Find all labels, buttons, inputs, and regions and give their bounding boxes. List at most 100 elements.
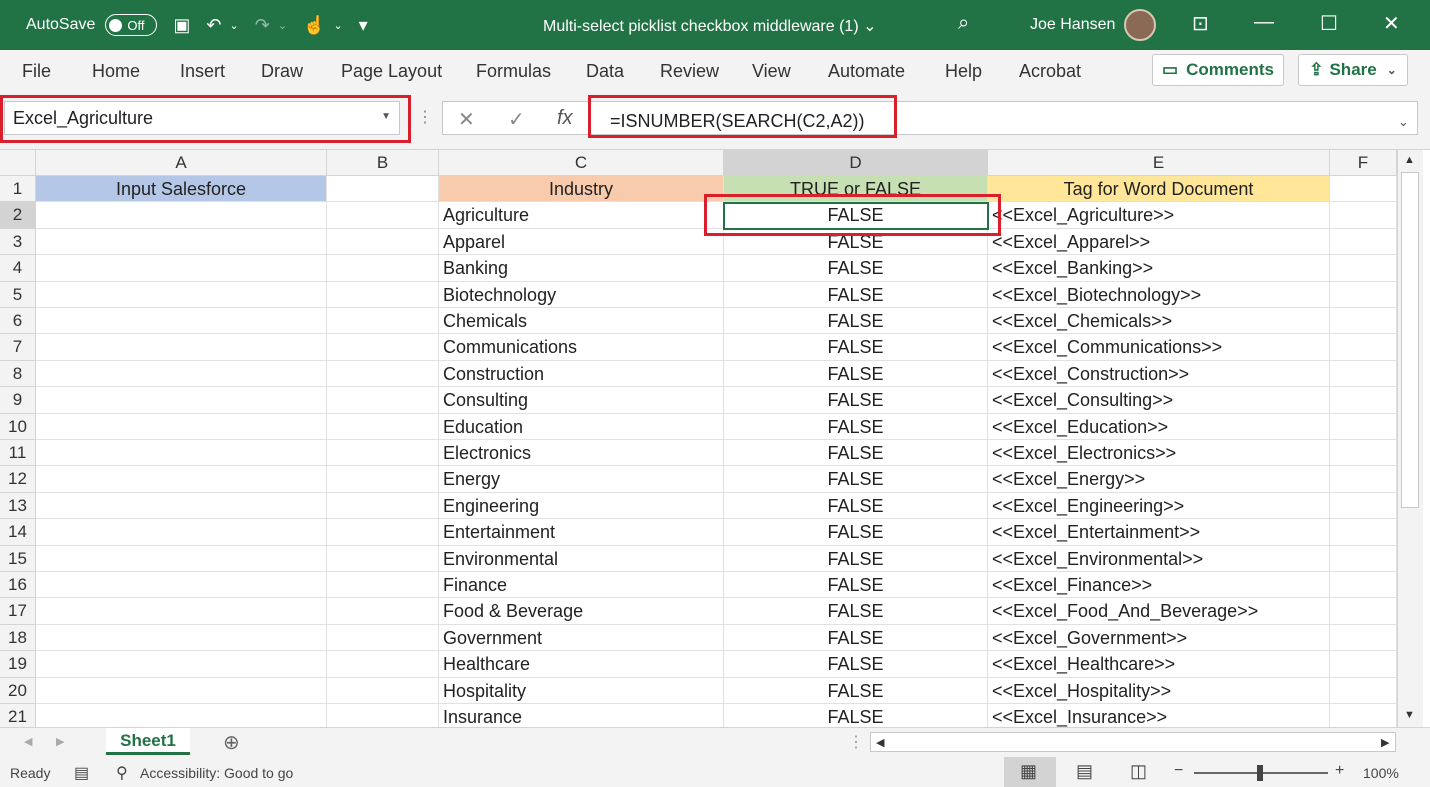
result-cell[interactable]: FALSE [724,677,988,704]
row-header[interactable]: 19 [0,651,36,678]
result-cell[interactable]: FALSE [724,466,988,493]
macro-record-icon[interactable]: ▤ [74,763,89,783]
cell-a[interactable] [36,255,327,282]
tag-cell[interactable]: <<Excel_Finance>> [988,572,1330,599]
header-cell-e[interactable]: Tag for Word Document [988,176,1330,203]
row-header[interactable]: 2 [0,202,36,229]
tab-page-layout[interactable]: Page Layout [341,61,442,82]
cell-a[interactable] [36,572,327,599]
row-header[interactable]: 13 [0,492,36,520]
cell-f[interactable] [1330,598,1397,625]
result-cell[interactable]: FALSE [724,651,988,678]
industry-cell[interactable]: Education [439,413,724,440]
zoom-in-icon[interactable]: + [1335,762,1344,780]
touch-dropdown-icon[interactable]: ⌄ [333,19,342,32]
tag-cell[interactable]: <<Excel_Environmental>> [988,545,1330,572]
row-header[interactable]: 8 [0,360,36,388]
search-icon[interactable]: ⌕ [958,12,969,35]
cell-a[interactable] [36,545,327,572]
header-cell-b[interactable] [327,176,439,203]
redo-dropdown-icon[interactable]: ⌄ [278,19,287,32]
scroll-down-icon[interactable]: ▼ [1404,709,1415,721]
result-cell[interactable]: FALSE [724,624,988,652]
select-all-corner[interactable] [0,150,36,176]
result-cell[interactable]: FALSE [724,255,988,282]
cell-a[interactable] [36,334,327,361]
row-header[interactable]: 7 [0,334,36,361]
row-header[interactable]: 6 [0,308,36,335]
tag-cell[interactable]: <<Excel_Consulting>> [988,387,1330,414]
result-cell[interactable]: FALSE [724,519,988,546]
tag-cell[interactable]: <<Excel_Healthcare>> [988,651,1330,678]
cell-f[interactable] [1330,677,1397,704]
tag-cell[interactable]: <<Excel_Banking>> [988,255,1330,282]
industry-cell[interactable]: Engineering [439,492,724,520]
industry-cell[interactable]: Electronics [439,440,724,467]
tab-draw[interactable]: Draw [261,61,303,82]
cell-f[interactable] [1330,440,1397,467]
industry-cell[interactable]: Finance [439,572,724,599]
page-break-view-icon[interactable]: ◫ [1130,761,1147,782]
cell-a[interactable] [36,466,327,493]
tag-cell[interactable]: <<Excel_Agriculture>> [988,202,1330,229]
hscroll-left-icon[interactable]: ◀ [876,736,884,749]
normal-view-icon[interactable]: ▦ [1020,761,1037,782]
tab-insert[interactable]: Insert [180,61,225,82]
row-header[interactable]: 5 [0,281,36,308]
minimize-icon[interactable]: — [1254,11,1274,34]
tag-cell[interactable]: <<Excel_Entertainment>> [988,519,1330,546]
cell-b[interactable] [327,360,439,388]
accessibility-status[interactable]: Accessibility: Good to go [140,765,293,781]
cell-b[interactable] [327,228,439,256]
cell-b[interactable] [327,334,439,361]
row-header[interactable]: 20 [0,677,36,704]
tag-cell[interactable]: <<Excel_Electronics>> [988,440,1330,467]
cell-f[interactable] [1330,228,1397,256]
page-layout-view-icon[interactable]: ▤ [1076,761,1093,782]
industry-cell[interactable]: Apparel [439,228,724,256]
cell-f[interactable] [1330,545,1397,572]
cell-f[interactable] [1330,281,1397,308]
cell-b[interactable] [327,440,439,467]
cell-b[interactable] [327,466,439,493]
cell-f[interactable] [1330,387,1397,414]
row-header[interactable]: 16 [0,572,36,599]
industry-cell[interactable]: Hospitality [439,677,724,704]
row-header[interactable]: 18 [0,624,36,652]
tab-home[interactable]: Home [92,61,140,82]
cell-a[interactable] [36,228,327,256]
horizontal-scrollbar[interactable] [870,732,1396,752]
sheet-tab-sheet1[interactable]: Sheet1 [106,728,190,755]
cell-f[interactable] [1330,466,1397,493]
column-header-e[interactable]: E [988,150,1330,176]
cell-b[interactable] [327,651,439,678]
industry-cell[interactable]: Agriculture [439,202,724,229]
cell-f[interactable] [1330,308,1397,335]
tab-review[interactable]: Review [660,61,719,82]
row-header[interactable]: 15 [0,545,36,572]
cell-a[interactable] [36,677,327,704]
tab-help[interactable]: Help [945,61,982,82]
row-header[interactable]: 14 [0,519,36,546]
cell-a[interactable] [36,202,327,229]
cell-b[interactable] [327,281,439,308]
touch-mode-icon[interactable]: ☝ [303,15,325,36]
tab-data[interactable]: Data [586,61,624,82]
share-button[interactable]: ⇪ Share ⌄ [1298,54,1408,86]
close-icon[interactable]: ✕ [1383,11,1400,36]
header-cell-f[interactable] [1330,176,1397,203]
column-header-c[interactable]: C [439,150,724,176]
cell-a[interactable] [36,651,327,678]
maximize-icon[interactable]: ☐ [1320,11,1338,36]
row-header[interactable]: 10 [0,413,36,440]
save-icon[interactable]: ▣ [173,15,190,36]
cell-f[interactable] [1330,334,1397,361]
row-header[interactable]: 11 [0,440,36,467]
customize-toolbar-icon[interactable]: ▾ [359,15,368,36]
cell-f[interactable] [1330,624,1397,652]
industry-cell[interactable]: Banking [439,255,724,282]
row-header[interactable]: 21 [0,704,36,727]
cell-f[interactable] [1330,360,1397,388]
cell-f[interactable] [1330,704,1397,727]
row-header[interactable]: 17 [0,598,36,625]
